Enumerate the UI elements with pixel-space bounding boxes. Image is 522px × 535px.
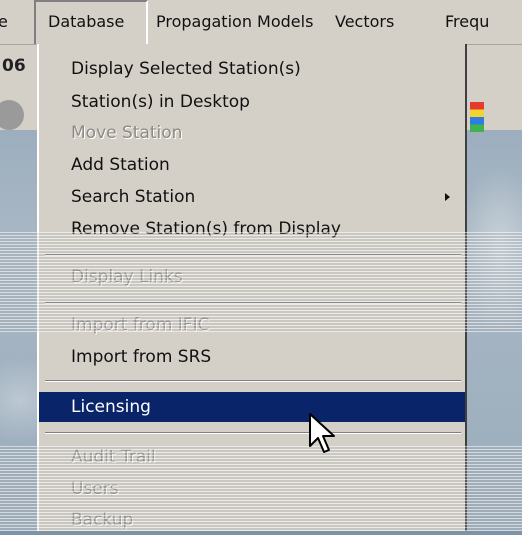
toolbar-partial-text: 06 bbox=[2, 56, 26, 76]
menu-item-import-from-ific: Import from IFIC bbox=[39, 310, 465, 340]
menu-item-label: Licensing bbox=[71, 397, 151, 417]
submenu-arrow-icon bbox=[445, 193, 450, 201]
menu-item-label: Search Station bbox=[71, 187, 196, 207]
menu-database[interactable]: Database bbox=[34, 0, 148, 44]
menu-frequency[interactable]: Frequ bbox=[445, 0, 489, 44]
menu-item-add-station[interactable]: Add Station bbox=[39, 150, 465, 180]
menu-previous[interactable]: e bbox=[0, 0, 8, 44]
menu-item-display-links: Display Links bbox=[39, 262, 465, 292]
menu-item-import-from-srs[interactable]: Import from SRS bbox=[39, 342, 465, 372]
menu-vectors[interactable]: Vectors bbox=[335, 0, 394, 44]
menu-separator bbox=[45, 254, 461, 256]
menu-item-label: Import from IFIC bbox=[71, 315, 210, 335]
database-dropdown-menu: Display Selected Station(s) Station(s) i… bbox=[37, 44, 467, 531]
menu-bar: e Database Propagation Models Vectors Fr… bbox=[0, 0, 522, 45]
toolbar-round-button[interactable] bbox=[0, 100, 24, 130]
menu-item-label: Users bbox=[71, 479, 119, 499]
mouse-pointer-icon bbox=[309, 413, 335, 453]
menu-item-label: Move Station bbox=[71, 123, 183, 143]
menu-item-label: Display Links bbox=[71, 267, 183, 287]
color-palette-icon[interactable] bbox=[470, 102, 484, 132]
menu-item-label: Import from SRS bbox=[71, 347, 212, 367]
menu-item-move-station: Move Station bbox=[39, 118, 465, 148]
menu-propagation-models[interactable]: Propagation Models bbox=[156, 0, 313, 44]
menu-item-stations-in-desktop[interactable]: Station(s) in Desktop bbox=[39, 87, 465, 117]
menu-separator bbox=[45, 302, 461, 304]
menu-item-audit-trail: Audit Trail bbox=[39, 442, 465, 472]
menu-separator bbox=[45, 380, 461, 382]
menu-item-users: Users bbox=[39, 474, 465, 504]
menu-item-label: Display Selected Station(s) bbox=[71, 59, 301, 79]
menu-item-label: Station(s) in Desktop bbox=[71, 92, 250, 112]
menu-item-label: Audit Trail bbox=[71, 447, 156, 467]
menu-item-search-station[interactable]: Search Station bbox=[39, 182, 465, 212]
menu-item-remove-stations-from-display[interactable]: Remove Station(s) from Display bbox=[39, 214, 465, 244]
menu-item-licensing[interactable]: Licensing bbox=[39, 392, 465, 422]
menu-item-label: Add Station bbox=[71, 155, 170, 175]
menu-separator bbox=[45, 432, 461, 434]
menu-item-display-selected-stations[interactable]: Display Selected Station(s) bbox=[39, 54, 465, 84]
menu-item-label: Remove Station(s) from Display bbox=[71, 219, 341, 239]
